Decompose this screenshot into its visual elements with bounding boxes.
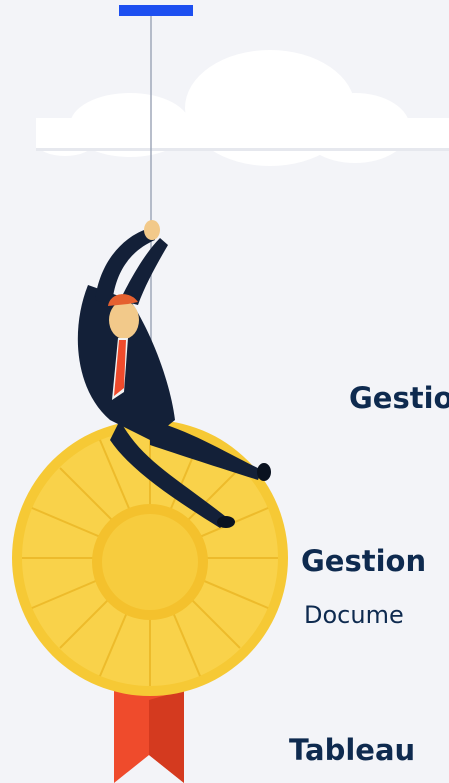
feature-title-2: Gestion xyxy=(301,544,427,578)
top-accent-bar xyxy=(119,5,193,16)
feature-title-3: Tableau xyxy=(289,733,416,767)
ribbon-tail xyxy=(114,690,184,783)
feature-title-1: Gestio xyxy=(349,381,449,415)
feature-subtitle-2: Docume xyxy=(304,601,404,629)
